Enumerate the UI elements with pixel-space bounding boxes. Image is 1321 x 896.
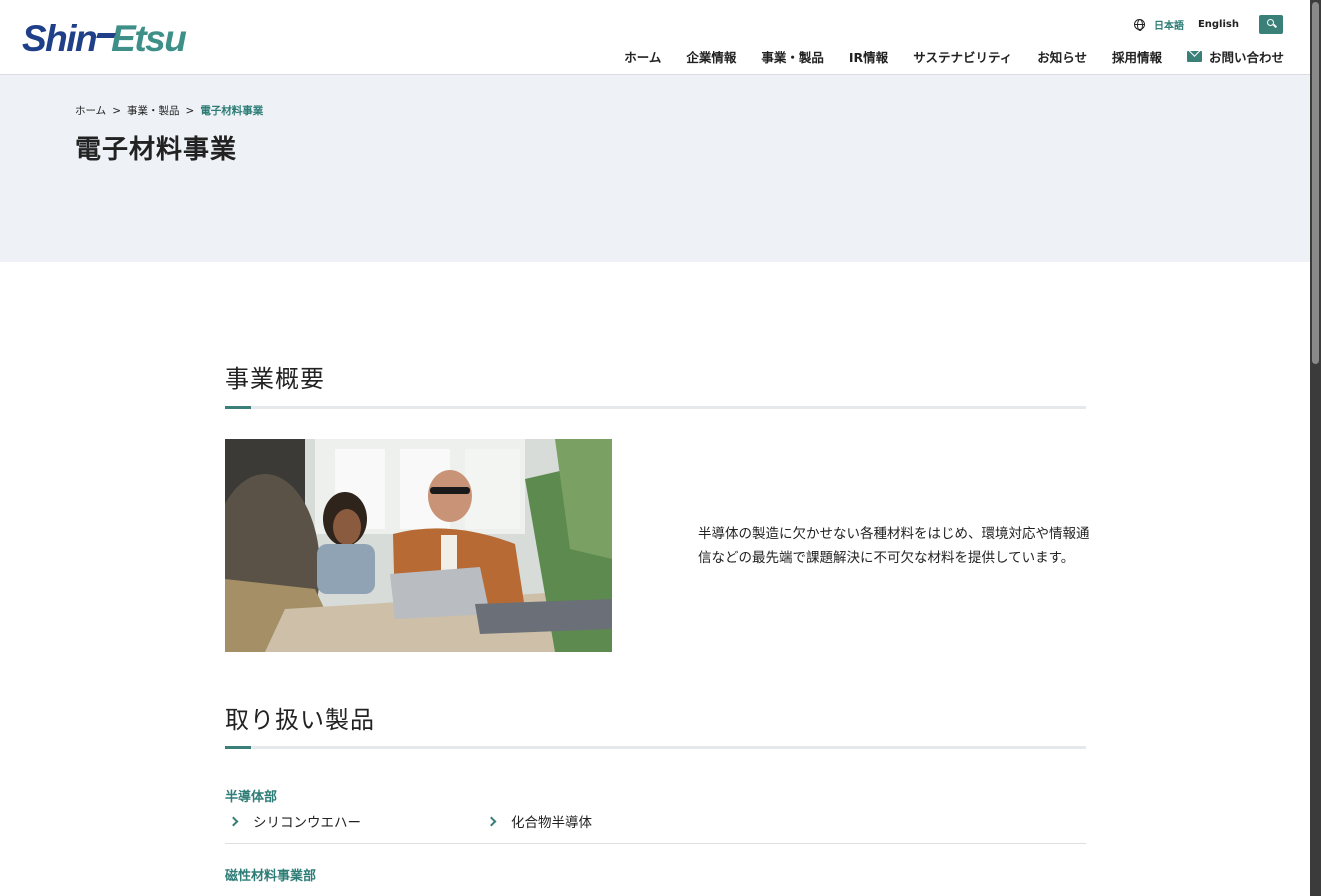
business-photo (225, 439, 612, 652)
scrollbar-thumb[interactable] (1312, 2, 1319, 364)
shinetsu-logo[interactable]: Shin Etsu (22, 17, 187, 59)
breadcrumb-current: 電子材料事業 (200, 105, 264, 117)
search-icon-handle (1272, 23, 1278, 28)
product-link-silicon-wafer[interactable]: シリコンウエハー (225, 811, 361, 831)
overview-text: 半導体の製造に欠かせない各種材料をはじめ、環境対応や情報通信などの最先端で課題解… (698, 526, 1090, 566)
nav-contact-label: お問い合わせ (1208, 50, 1284, 65)
breadcrumb-business-products[interactable]: 事業・製品 (127, 103, 180, 118)
utility-bar: 日本語 English (1133, 15, 1283, 34)
lang-english-link[interactable]: English (1198, 19, 1239, 30)
nav-business-products[interactable]: 事業・製品 (761, 47, 824, 66)
section-rule (225, 406, 1086, 409)
section-rule (225, 746, 1086, 749)
nav-sustainability[interactable]: サステナビリティ (913, 47, 1012, 66)
chevron-right-icon (486, 816, 497, 826)
nav-contact[interactable]: お問い合わせ (1186, 47, 1284, 66)
breadcrumb-separator: > (185, 104, 195, 117)
global-nav: ホーム 企業情報 事業・製品 IR情報 サステナビリティ お知らせ 採用情報 お… (599, 47, 1284, 66)
nav-company[interactable]: 企業情報 (686, 47, 736, 66)
logo-text-etsu: Etsu (111, 17, 187, 59)
products-heading: 取り扱い製品 (225, 706, 375, 734)
search-button[interactable] (1259, 15, 1283, 34)
overview-heading: 事業概要 (225, 365, 325, 393)
overview-section-header: 事業概要 (225, 359, 1086, 409)
breadcrumb-home[interactable]: ホーム (75, 103, 106, 118)
dept-semiconductor: 半導体部 (225, 790, 278, 805)
breadcrumb: ホーム > 事業・製品 > 電子材料事業 (75, 103, 263, 118)
product-label: シリコンウエハー (253, 815, 361, 831)
nav-home[interactable]: ホーム (624, 47, 661, 66)
product-label: 化合物半導体 (511, 815, 592, 831)
group-divider (225, 843, 1086, 844)
product-link-compound-semiconductor[interactable]: 化合物半導体 (483, 811, 592, 831)
page-title: 電子材料事業 (75, 135, 238, 165)
globe-icon (1133, 19, 1145, 31)
chevron-right-icon (228, 816, 239, 826)
breadcrumb-separator: > (112, 104, 121, 117)
lang-japanese-link[interactable]: 日本語 (1154, 17, 1184, 32)
nav-recruit[interactable]: 採用情報 (1112, 47, 1162, 66)
site-header: Shin Etsu 日本語 English ホーム 企業情報 事業・製品 IR情報… (0, 0, 1310, 75)
products-section-header: 取り扱い製品 (225, 700, 1086, 749)
nav-ir[interactable]: IR情報 (849, 47, 888, 66)
page: Shin Etsu 日本語 English ホーム 企業情報 事業・製品 IR情報… (0, 0, 1321, 896)
mail-icon (1186, 51, 1202, 62)
vertical-scrollbar[interactable] (1310, 0, 1321, 896)
office-meeting-image (225, 439, 612, 652)
logo-text-shin: Shin (22, 17, 98, 59)
logo-dash (96, 32, 117, 38)
nav-news[interactable]: お知らせ (1037, 47, 1087, 66)
dept-magnetic-materials: 磁性材料事業部 (225, 869, 317, 884)
page-hero: ホーム > 事業・製品 > 電子材料事業 電子材料事業 (0, 75, 1310, 262)
